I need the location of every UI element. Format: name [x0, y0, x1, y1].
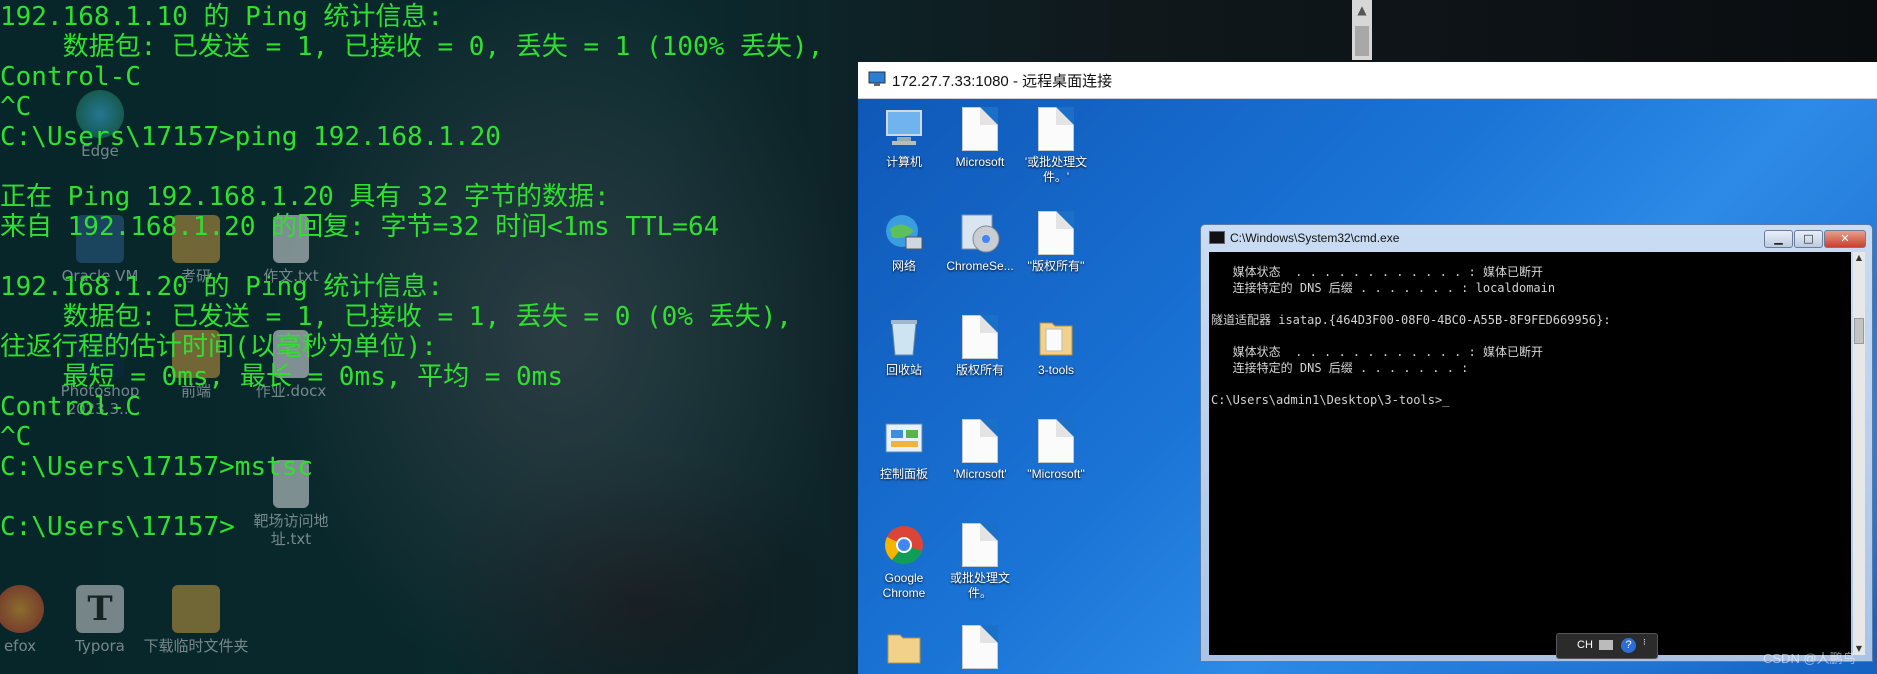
remote-cmd-window[interactable]: C:\Windows\System32\cmd.exe ▁ □ ✕ 媒体状态 . .…: [1200, 224, 1873, 662]
computer-icon: [886, 110, 922, 145]
console-line: C:\Users\17157>ping 192.168.1.20: [0, 122, 501, 152]
recycle-bin-icon: [891, 320, 917, 356]
minimize-button[interactable]: ▁: [1764, 230, 1793, 248]
remote-icon-recycle-bin[interactable]: 回收站: [864, 315, 944, 378]
language-bar[interactable]: CH ? ⁝: [1556, 633, 1658, 659]
scroll-up-arrow-icon[interactable]: ▲: [1352, 0, 1372, 20]
console-line: 数据包: 已发送 = 1, 已接收 = 1, 丢失 = 0 (0% 丢失),: [0, 302, 792, 332]
remote-icon-batch-quoted-file[interactable]: '或批处理文件。': [1016, 107, 1096, 185]
document-icon: [962, 419, 998, 463]
console-line: ^C: [0, 92, 32, 122]
folder-icon: [1039, 322, 1073, 356]
remote-desktop-titlebar[interactable]: 172.27.7.33:1080 - 远程桌面连接: [858, 62, 1877, 99]
watermark: CSDN @人鹏鸟: [1763, 651, 1856, 666]
remote-icon-3-tools[interactable]: 3-tools: [1016, 315, 1096, 378]
cmd-prompt-line[interactable]: C:\Users\admin1\Desktop\3-tools>_: [1211, 392, 1449, 408]
cmd-title: C:\Windows\System32\cmd.exe: [1230, 231, 1400, 245]
remote-desktop-title: 172.27.7.33:1080 - 远程桌面连接: [892, 73, 1113, 90]
remote-icon-folder[interactable]: [864, 625, 944, 673]
console-line: 来自 192.168.1.20 的回复: 字节=32 时间<1ms TTL=64: [0, 212, 720, 242]
console-line: C:\Users\17157>mstsc: [0, 452, 314, 482]
cmd-scroll-thumb[interactable]: [1854, 318, 1864, 344]
control-panel-icon: [885, 423, 923, 453]
console-line: C:\Users\17157>: [0, 512, 235, 542]
document-icon: [1038, 419, 1074, 463]
scroll-up-arrow-icon[interactable]: ▲: [1853, 252, 1865, 264]
document-icon: [962, 107, 998, 151]
remote-icon-network[interactable]: 网络: [864, 211, 944, 274]
document-icon: [962, 523, 998, 567]
network-icon: [886, 215, 923, 250]
console-scrollbar[interactable]: ▲: [1352, 0, 1372, 60]
cmd-line: 连接特定的 DNS 后缀 . . . . . . . :: [1211, 361, 1469, 375]
document-icon: [962, 315, 998, 359]
document-icon: [1038, 107, 1074, 151]
cmd-window-controls: ▁ □ ✕: [1763, 230, 1866, 248]
language-indicator[interactable]: CH: [1577, 639, 1593, 651]
document-icon: [1038, 211, 1074, 255]
chrome-setup-icon: [961, 214, 1000, 253]
remote-icon-microsoft-double-quoted-file[interactable]: ''Microsoft'': [1016, 419, 1096, 482]
remote-icon-microsoft-file[interactable]: Microsoft: [940, 107, 1020, 170]
cmd-scrollbar[interactable]: ▲ ▼: [1853, 252, 1865, 655]
cmd-icon: [1209, 231, 1225, 244]
remote-icon-microsoft-quoted-file[interactable]: 'Microsoft': [940, 419, 1020, 482]
remote-icon-copyright-quoted-file[interactable]: ''版权所有'': [1016, 211, 1096, 274]
cmd-line: 媒体状态 . . . . . . . . . . . . : 媒体已断开: [1211, 265, 1543, 279]
console-line: 192.168.1.20 的 Ping 统计信息:: [0, 272, 444, 302]
cmd-line: 隧道适配器 isatap.{464D3F00-08F0-4BC0-A55B-8F…: [1211, 313, 1611, 327]
chrome-icon: [885, 526, 923, 565]
remote-icon-file-bottom[interactable]: [940, 625, 1020, 673]
remote-icon-batch-file[interactable]: 或批处理文件。: [940, 523, 1020, 601]
cmd-output[interactable]: 媒体状态 . . . . . . . . . . . . : 媒体已断开 连接特…: [1209, 252, 1851, 655]
remote-icon-control-panel[interactable]: 控制面板: [864, 419, 944, 482]
remote-icon-chrome-setup[interactable]: ChromeSe...: [940, 211, 1020, 274]
help-icon[interactable]: ?: [1621, 638, 1636, 653]
maximize-button[interactable]: □: [1794, 230, 1823, 248]
console-line: 数据包: 已发送 = 1, 已接收 = 0, 丢失 = 1 (100% 丢失),: [0, 32, 824, 62]
options-arrow-icon[interactable]: ⁝: [1643, 637, 1646, 648]
console-line: 正在 Ping 192.168.1.20 具有 32 字节的数据:: [0, 182, 610, 212]
cmd-line: 媒体状态 . . . . . . . . . . . . : 媒体已断开: [1211, 345, 1543, 359]
keyboard-icon[interactable]: [1599, 640, 1613, 650]
remote-icon-google-chrome[interactable]: Google Chrome: [864, 523, 944, 601]
folder-icon: [887, 634, 921, 664]
document-icon: [962, 625, 998, 669]
cmd-titlebar[interactable]: C:\Windows\System32\cmd.exe: [1209, 231, 1399, 245]
cmd-line: 连接特定的 DNS 后缀 . . . . . . . : localdomain: [1211, 281, 1556, 295]
remote-desktop-icon: [868, 71, 886, 86]
console-line: 192.168.1.10 的 Ping 统计信息:: [0, 2, 444, 32]
console-scroll-thumb[interactable]: [1355, 26, 1369, 56]
remote-icon-computer[interactable]: 计算机: [864, 107, 944, 170]
console-line: ^C: [0, 422, 32, 452]
remote-icon-copyright-file[interactable]: 版权所有: [940, 315, 1020, 378]
console-line: 往返行程的估计时间(以毫秒为单位):: [0, 332, 437, 362]
console-line: Control-C: [0, 392, 141, 422]
console-line: Control-C: [0, 62, 141, 92]
console-line: 最短 = 0ms, 最长 = 0ms, 平均 = 0ms: [0, 362, 563, 392]
close-button[interactable]: ✕: [1824, 230, 1866, 248]
